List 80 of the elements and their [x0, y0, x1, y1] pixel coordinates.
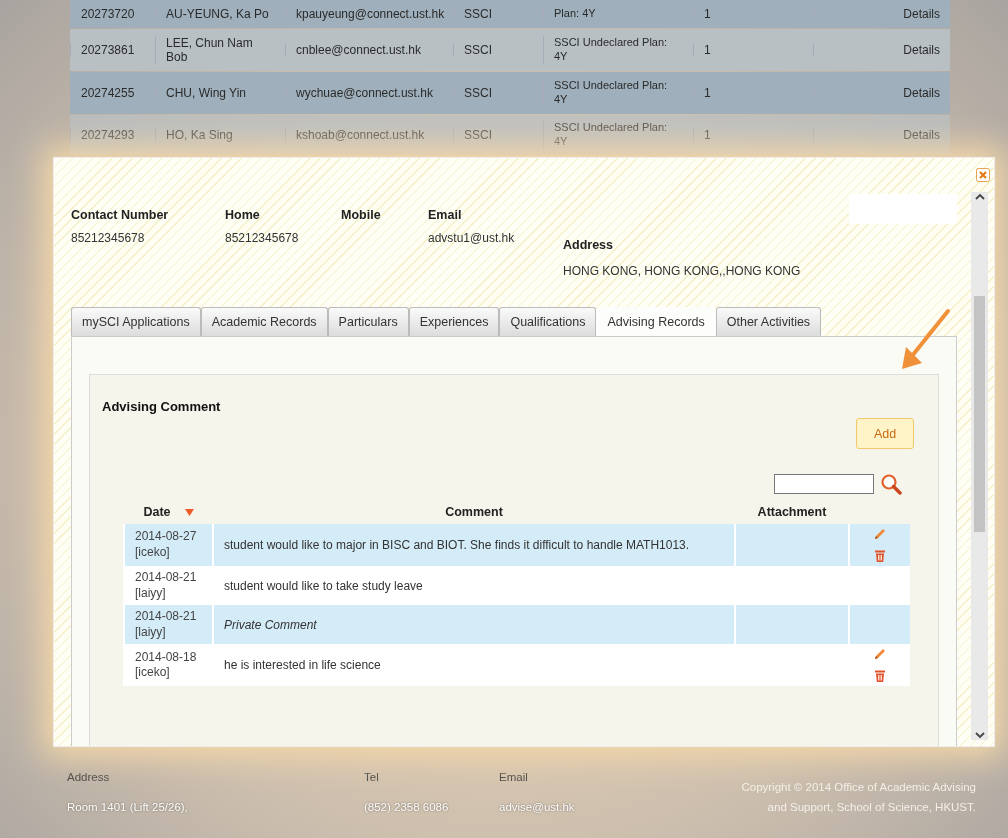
table-cell: kshoab@connect.ust.hk — [285, 128, 453, 142]
field-value: 85212345678 — [225, 231, 300, 245]
comment-cell: student would like to take study leave — [213, 566, 735, 606]
section-title: Advising Comment — [102, 399, 222, 414]
table-cell: 1 — [693, 128, 813, 142]
table-row[interactable]: 20273720 AU-YEUNG, Ka Po kpauyeung@connect.ust.hk SSCI Plan: 4Y 1 Details — [70, 0, 950, 28]
table-cell: cnblee@connect.ust.hk — [285, 43, 453, 57]
trash-icon[interactable] — [873, 669, 887, 684]
pencil-icon[interactable] — [873, 527, 887, 541]
table-cell: CHU, Wing Yin — [155, 86, 285, 100]
tab[interactable]: Academic Records — [200, 307, 328, 336]
field-value: HONG KONG, HONG KONG,,HONG KONG — [563, 264, 801, 278]
table-row[interactable]: 20274255 CHU, Wing Yin wychuae@connect.ust.hk SSCI SSCI Undeclared Plan: 4Y 1 Details — [70, 72, 950, 114]
table-cell: SSCI — [453, 128, 543, 142]
table-cell: wychuae@connect.ust.hk — [285, 86, 453, 100]
table-cell: 1 — [693, 86, 813, 100]
table-cell: LEE, Chun Nam Bob — [155, 36, 285, 64]
add-button[interactable]: Add — [856, 418, 914, 449]
details-link[interactable]: Details — [813, 7, 950, 21]
close-icon[interactable] — [976, 168, 990, 182]
tab[interactable]: Experiences — [408, 307, 500, 336]
table-cell: SSCI — [453, 86, 543, 100]
chevron-down-icon[interactable] — [973, 730, 986, 740]
tab[interactable]: mySCI Applications — [71, 307, 201, 336]
field-label: Mobile — [341, 208, 382, 222]
search-field[interactable] — [774, 474, 874, 494]
table-cell: SSCI — [453, 7, 543, 21]
table-cell: 1 — [693, 43, 813, 57]
date-cell: 2014-08-21 [laiyy] — [124, 566, 213, 606]
tab[interactable]: Other Activities — [715, 307, 822, 336]
table-cell: SSCI Undeclared Plan: 4Y — [543, 36, 693, 64]
copyright-text: and Support, School of Science, HKUST. — [766, 801, 976, 813]
table-row[interactable]: 20273861 LEE, Chun Nam Bob cnblee@connect.ust.hk SSCI SSCI Undeclared Plan: 4Y 1 Details — [70, 29, 950, 71]
table-cell: SSCI Undeclared Plan: 4Y — [543, 121, 693, 149]
table-cell: SSCI — [453, 43, 543, 57]
date-cell: 2014-08-27 [iceko] — [124, 524, 213, 566]
details-link[interactable]: Details — [813, 86, 950, 100]
trash-icon[interactable] — [873, 549, 887, 563]
tab[interactable]: Qualifications — [499, 307, 597, 336]
table-cell: kpauyeung@connect.ust.hk — [285, 7, 453, 21]
copyright-text: Copyright © 2014 Office of Academic Advising — [740, 781, 976, 793]
date-cell: 2014-08-21 [laiyy] — [124, 605, 213, 645]
field-label: Contact Number — [71, 208, 170, 222]
table-cell: 20274293 — [70, 128, 155, 142]
date-cell: 2014-08-18 [iceko] — [124, 644, 213, 687]
comment-cell: he is interested in life science — [213, 644, 735, 687]
tab[interactable]: Advising Records — [596, 307, 716, 336]
chevron-up-icon[interactable] — [973, 192, 986, 202]
footer-label: Address — [67, 771, 111, 783]
table-cell: SSCI Undeclared Plan: 4Y — [543, 79, 693, 107]
details-link[interactable]: Details — [813, 43, 950, 57]
column-header[interactable]: Attachment — [757, 505, 827, 519]
field-label: Home — [225, 208, 261, 222]
tab[interactable]: Particulars — [327, 307, 409, 336]
footer-label: Tel — [364, 771, 380, 783]
sort-icon[interactable] — [184, 509, 194, 517]
field-value: advstu1@ust.hk — [428, 231, 516, 245]
comment-cell: student would like to major in BISC and BIOT. She finds it difficult to handle MATH1013. — [213, 524, 735, 566]
table-row[interactable]: 20274293 HO, Ka Sing kshoab@connect.ust.hk SSCI SSCI Undeclared Plan: 4Y 1 Details — [70, 115, 950, 155]
table-cell: 20273720 — [70, 7, 155, 21]
scrollbar-thumb[interactable] — [974, 296, 985, 532]
footer-text: Room 1401 (Lift 25/26), — [67, 801, 189, 813]
field-value: 85212345678 — [71, 231, 146, 245]
footer-label: Email — [499, 771, 529, 783]
pencil-icon[interactable] — [873, 647, 887, 662]
table-cell: 20274255 — [70, 86, 155, 100]
table-cell: HO, Ka Sing — [155, 128, 285, 142]
column-header[interactable]: Date — [143, 505, 171, 519]
field-label: Address — [563, 238, 615, 252]
table-cell: 20273861 — [70, 43, 155, 57]
footer-text: advise@ust.hk — [499, 801, 576, 813]
table-cell: 1 — [693, 7, 813, 21]
footer-text: (852) 2358 6086 — [364, 801, 450, 813]
table-cell: AU-YEUNG, Ka Po — [155, 7, 285, 21]
search-icon[interactable] — [880, 473, 902, 495]
field-label: Email — [428, 208, 463, 222]
comment-cell: Private Comment — [213, 605, 735, 645]
column-header[interactable]: Comment — [445, 505, 503, 519]
scrollbar[interactable] — [971, 192, 988, 740]
table-cell: Plan: 4Y — [543, 7, 693, 21]
